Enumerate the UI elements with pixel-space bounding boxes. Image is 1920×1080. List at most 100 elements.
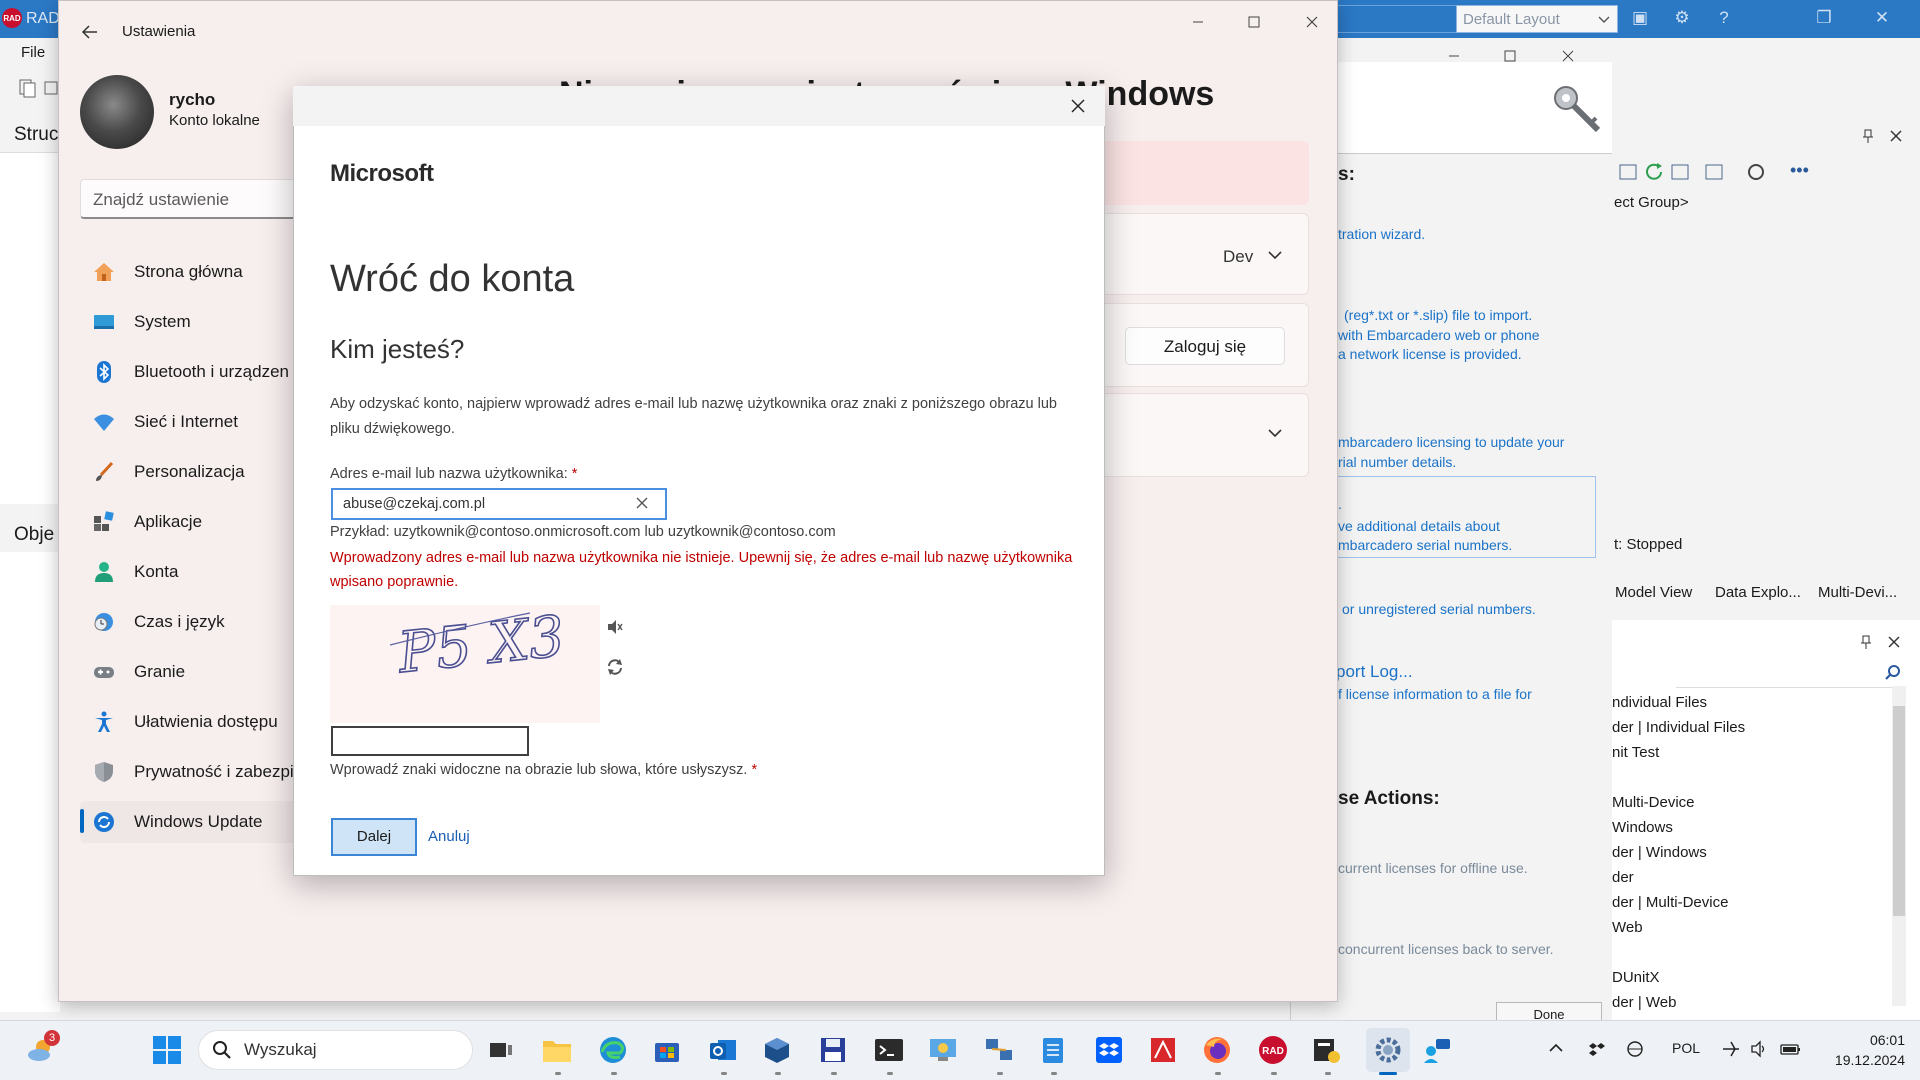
captcha-audio-button[interactable] — [604, 616, 626, 638]
license-link[interactable]: or unregistered serial numbers. — [1342, 601, 1536, 617]
menu-file[interactable]: File — [21, 44, 45, 61]
task-view-button[interactable] — [484, 1033, 518, 1067]
layout-select[interactable]: Default Layout — [1456, 5, 1618, 33]
license-link[interactable]: f license information to a file for — [1338, 686, 1532, 702]
taskbar-app-floppy[interactable] — [816, 1033, 850, 1067]
license-link[interactable]: current licenses for offline use. — [1338, 860, 1528, 876]
sign-in-button[interactable]: Zaloguj się — [1125, 327, 1285, 365]
export-log-link[interactable]: port Log... — [1336, 662, 1413, 682]
target-icon[interactable] — [1746, 162, 1768, 182]
tray-network-settings[interactable] — [1626, 1040, 1646, 1061]
taskbar-clock[interactable]: 06:01 19.12.2024 — [1815, 1030, 1905, 1070]
list-item[interactable]: der | Windows — [1612, 844, 1707, 861]
sidebar-item-system[interactable]: System — [80, 301, 320, 343]
license-link[interactable]: mbarcadero licensing to update your — [1338, 434, 1564, 450]
print-icon[interactable] — [44, 78, 58, 98]
restore-icon[interactable]: ❐ — [1812, 8, 1836, 30]
taskbar-search-box[interactable] — [198, 1030, 473, 1070]
license-link[interactable]: rial number details. — [1338, 454, 1456, 470]
taskbar-app-control-panel[interactable] — [926, 1033, 960, 1067]
close-button[interactable] — [1289, 9, 1335, 35]
back-arrow-icon[interactable] — [79, 21, 101, 43]
taskbar-app-license-manager[interactable] — [1310, 1033, 1344, 1067]
license-link[interactable]: (reg*.txt or *.slip) file to import. — [1344, 307, 1532, 323]
tray-battery[interactable] — [1780, 1040, 1802, 1061]
license-link[interactable]: with Embarcadero web or phone — [1338, 327, 1540, 343]
maximize-button[interactable] — [1231, 9, 1277, 35]
sidebar-item-time-language[interactable]: Czas i język — [80, 601, 320, 643]
project-group-label[interactable]: ect Group> — [1614, 194, 1689, 211]
minimize-button[interactable] — [1175, 9, 1221, 35]
list-item[interactable]: nit Test — [1612, 744, 1659, 761]
tab-model-view[interactable]: Model View — [1615, 584, 1692, 601]
taskbar-app-outlook[interactable] — [706, 1033, 740, 1067]
tray-dropbox[interactable] — [1588, 1040, 1606, 1061]
refresh-icon[interactable] — [1644, 162, 1666, 182]
palette-scrollbar-thumb[interactable] — [1893, 706, 1905, 916]
taskbar-app-terminal[interactable] — [872, 1033, 906, 1067]
settings-icon[interactable] — [1704, 162, 1726, 182]
sidebar-item-accounts[interactable]: Konta — [80, 551, 320, 593]
tab-multi-device[interactable]: Multi-Devi... — [1818, 584, 1897, 601]
copy-icon[interactable] — [18, 78, 38, 98]
list-item[interactable]: Web — [1612, 919, 1643, 936]
search-icon[interactable] — [1884, 664, 1902, 682]
taskbar-app-dropbox[interactable] — [1092, 1033, 1126, 1067]
sidebar-item-personalization[interactable]: Personalizacja — [80, 451, 320, 493]
list-item[interactable]: der | Individual Files — [1612, 719, 1745, 736]
settings-search-input[interactable]: Znajdź ustawienie — [80, 179, 310, 219]
taskbar-app-rad-studio[interactable]: RAD — [1256, 1033, 1290, 1067]
language-indicator[interactable]: POL — [1672, 1040, 1700, 1056]
pin-icon[interactable] — [1858, 634, 1874, 650]
sync-icon[interactable] — [1670, 162, 1692, 182]
close-icon[interactable] — [1888, 128, 1904, 144]
sidebar-item-gaming[interactable]: Granie — [80, 651, 320, 693]
chevron-down-icon[interactable] — [1267, 425, 1283, 441]
license-link[interactable]: mbarcadero serial numbers. — [1338, 537, 1512, 553]
sidebar-item-bluetooth[interactable]: Bluetooth i urządzen — [80, 351, 320, 393]
sidebar-item-network[interactable]: Sieć i Internet — [80, 401, 320, 443]
license-link[interactable]: concurrent licenses back to server. — [1338, 941, 1554, 957]
sidebar-item-accessibility[interactable]: Ułatwienia dostępu — [80, 701, 320, 743]
taskbar-app-settings[interactable] — [1366, 1028, 1410, 1072]
sidebar-item-apps[interactable]: Aplikacje — [80, 501, 320, 543]
tab-data-explorer[interactable]: Data Explo... — [1715, 584, 1801, 601]
next-button[interactable]: Dalej — [331, 818, 417, 856]
sidebar-item-privacy[interactable]: Prywatność i zabezpi — [80, 751, 320, 793]
tray-wifi[interactable] — [1722, 1040, 1740, 1061]
cancel-link[interactable]: Anuluj — [428, 828, 470, 845]
tray-volume[interactable] — [1750, 1040, 1768, 1061]
list-item[interactable]: DUnitX — [1612, 969, 1660, 986]
sidebar-item-windows-update[interactable]: Windows Update — [80, 801, 320, 843]
list-item[interactable]: Windows — [1612, 819, 1673, 836]
build-icon[interactable] — [1618, 162, 1640, 182]
captcha-input[interactable] — [331, 726, 529, 756]
sidebar-item-home[interactable]: Strona główna — [80, 251, 320, 293]
start-button[interactable] — [150, 1033, 184, 1067]
taskbar-app-store[interactable] — [650, 1033, 684, 1067]
license-link[interactable]: ve additional details about — [1338, 518, 1500, 534]
avatar[interactable] — [80, 75, 154, 149]
list-item[interactable]: Multi-Device — [1612, 794, 1695, 811]
license-link[interactable]: tration wizard. — [1338, 226, 1425, 242]
list-item[interactable]: der | Multi-Device — [1612, 894, 1728, 911]
help-icon[interactable]: ? — [1712, 8, 1736, 30]
license-link[interactable]: a network license is provided. — [1338, 346, 1522, 362]
clear-input-button[interactable] — [634, 495, 650, 511]
list-item[interactable]: ndividual Files — [1612, 694, 1707, 711]
taskbar-app-firefox[interactable] — [1200, 1033, 1234, 1067]
list-item[interactable]: der | Web — [1612, 994, 1676, 1011]
taskbar-app-virtualbox[interactable] — [760, 1033, 794, 1067]
close-icon[interactable] — [1886, 634, 1902, 650]
dialog-close-button[interactable] — [1066, 94, 1090, 118]
show-hidden-icons-button[interactable] — [1548, 1040, 1564, 1059]
pin-icon[interactable] — [1860, 128, 1876, 144]
taskbar-app-pdf[interactable] — [1146, 1033, 1180, 1067]
gear-icon[interactable]: ⚙ — [1670, 8, 1694, 30]
email-field[interactable] — [331, 488, 667, 520]
captcha-refresh-button[interactable] — [604, 656, 626, 678]
license-link[interactable]: . — [1338, 496, 1342, 512]
close-icon[interactable]: ✕ — [1870, 8, 1894, 30]
more-icon[interactable]: ••• — [1790, 160, 1809, 181]
taskbar-app-network[interactable] — [982, 1033, 1016, 1067]
